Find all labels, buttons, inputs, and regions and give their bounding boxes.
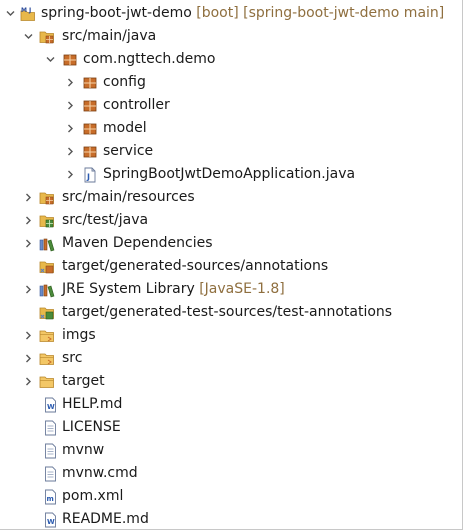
project-name: spring-boot-jwt-demo bbox=[41, 5, 192, 21]
chevron-right-icon[interactable] bbox=[64, 94, 76, 117]
svg-text:M: M bbox=[21, 7, 27, 14]
chevron-right-icon[interactable] bbox=[64, 140, 76, 163]
chevron-down-icon[interactable] bbox=[44, 48, 56, 71]
tree-item-label: JRE System Library bbox=[62, 281, 195, 297]
tree-item-label: target/generated-test-sources/test-annot… bbox=[62, 304, 393, 320]
tree-item-label: README.md bbox=[62, 511, 149, 527]
folder-icon bbox=[39, 351, 55, 367]
library-icon bbox=[39, 236, 55, 252]
project-tree: M J spring-boot-jwt-demo [boot] [spring-… bbox=[0, 2, 460, 531]
svg-text:J: J bbox=[28, 7, 31, 14]
xml-file-icon: m bbox=[43, 489, 59, 505]
text-file-icon bbox=[43, 443, 59, 459]
svg-text:m: m bbox=[47, 495, 54, 503]
library-icon bbox=[39, 282, 55, 298]
tree-item-target[interactable]: target bbox=[0, 370, 460, 393]
chevron-right-icon[interactable] bbox=[22, 370, 34, 393]
markdown-file-icon: W bbox=[43, 512, 59, 528]
tree-item-mvnw[interactable]: mvnw bbox=[0, 439, 460, 462]
tree-item-src[interactable]: src bbox=[0, 347, 460, 370]
tree-item-license[interactable]: LICENSE bbox=[0, 416, 460, 439]
tree-item-label: src/main/resources bbox=[62, 189, 195, 205]
tree-item-generated-sources[interactable]: target/generated-sources/annotations bbox=[0, 255, 460, 278]
package-explorer: M J spring-boot-jwt-demo [boot] [spring-… bbox=[0, 0, 463, 530]
tree-item-model[interactable]: model bbox=[0, 117, 460, 140]
tree-item-src-test-java[interactable]: src/test/java bbox=[0, 209, 460, 232]
generated-source-folder-icon bbox=[39, 259, 55, 275]
tree-item-src-main-resources[interactable]: src/main/resources bbox=[0, 186, 460, 209]
jre-decoration: [JavaSE-1.8] bbox=[199, 281, 285, 297]
tree-item-imgs[interactable]: imgs bbox=[0, 324, 460, 347]
tree-item-java-file[interactable]: J SpringBootJwtDemoApplication.java bbox=[0, 163, 460, 186]
maven-project-icon: M J bbox=[20, 6, 36, 22]
tree-item-label: imgs bbox=[62, 327, 96, 343]
chevron-right-icon[interactable] bbox=[22, 278, 34, 301]
chevron-down-icon[interactable] bbox=[22, 25, 34, 48]
svg-text:W: W bbox=[47, 403, 55, 411]
chevron-right-icon[interactable] bbox=[22, 232, 34, 255]
package-icon bbox=[62, 52, 78, 68]
tree-item-generated-test-sources[interactable]: target/generated-test-sources/test-annot… bbox=[0, 301, 460, 324]
tree-item-maven-dependencies[interactable]: Maven Dependencies bbox=[0, 232, 460, 255]
tree-item-label: com.ngttech.demo bbox=[83, 51, 216, 67]
tree-item-controller[interactable]: controller bbox=[0, 94, 460, 117]
source-folder-icon bbox=[39, 190, 55, 206]
tree-item-label: mvnw.cmd bbox=[62, 465, 138, 481]
chevron-right-icon[interactable] bbox=[64, 163, 76, 186]
tree-item-jre-system-library[interactable]: JRE System Library [JavaSE-1.8] bbox=[0, 278, 460, 301]
tree-item-label: Maven Dependencies bbox=[62, 235, 213, 251]
folder-icon bbox=[39, 374, 55, 390]
tree-item-config[interactable]: config bbox=[0, 71, 460, 94]
tree-item-label: mvnw bbox=[62, 442, 105, 458]
tree-item-label: target/generated-sources/annotations bbox=[62, 258, 329, 274]
text-file-icon bbox=[43, 420, 59, 436]
tree-item-label: target bbox=[62, 373, 105, 389]
tree-item-service[interactable]: service bbox=[0, 140, 460, 163]
chevron-right-icon[interactable] bbox=[64, 71, 76, 94]
package-icon bbox=[82, 121, 98, 137]
chevron-right-icon[interactable] bbox=[22, 186, 34, 209]
tree-item-label: pom.xml bbox=[62, 488, 124, 504]
java-file-icon: J bbox=[82, 167, 98, 183]
tree-item-label: model bbox=[103, 120, 147, 136]
text-file-icon bbox=[43, 466, 59, 482]
svg-text:J: J bbox=[86, 173, 90, 182]
tree-item-readme-md[interactable]: W README.md bbox=[0, 508, 460, 531]
tree-item-mvnw-cmd[interactable]: mvnw.cmd bbox=[0, 462, 460, 485]
markdown-file-icon: W bbox=[43, 397, 59, 413]
chevron-right-icon[interactable] bbox=[64, 117, 76, 140]
chevron-right-icon[interactable] bbox=[22, 347, 34, 370]
tree-item-package[interactable]: com.ngttech.demo bbox=[0, 48, 460, 71]
source-folder-icon bbox=[39, 29, 55, 45]
tree-item-label: LICENSE bbox=[62, 419, 121, 435]
svg-text:W: W bbox=[47, 518, 55, 526]
package-icon bbox=[82, 144, 98, 160]
tree-item-label: config bbox=[103, 74, 146, 90]
tree-item-label: SpringBootJwtDemoApplication.java bbox=[103, 166, 356, 182]
test-source-folder-icon bbox=[39, 213, 55, 229]
tree-item-label: src bbox=[62, 350, 83, 366]
tree-item-pom-xml[interactable]: m pom.xml bbox=[0, 485, 460, 508]
chevron-right-icon[interactable] bbox=[22, 324, 34, 347]
tree-item-label: src/test/java bbox=[62, 212, 149, 228]
package-icon bbox=[82, 98, 98, 114]
chevron-down-icon[interactable] bbox=[4, 2, 16, 25]
package-icon bbox=[82, 75, 98, 91]
tree-item-project[interactable]: M J spring-boot-jwt-demo [boot] [spring-… bbox=[0, 2, 460, 25]
project-decoration: [boot] [spring-boot-jwt-demo main] bbox=[196, 5, 445, 21]
generated-test-source-folder-icon bbox=[39, 305, 55, 321]
tree-item-label: HELP.md bbox=[62, 396, 123, 412]
tree-item-label: service bbox=[103, 143, 154, 159]
tree-item-label: controller bbox=[103, 97, 170, 113]
tree-item-label: src/main/java bbox=[62, 28, 157, 44]
chevron-right-icon[interactable] bbox=[22, 209, 34, 232]
folder-icon bbox=[39, 328, 55, 344]
tree-item-src-main-java[interactable]: src/main/java bbox=[0, 25, 460, 48]
tree-item-help-md[interactable]: W HELP.md bbox=[0, 393, 460, 416]
